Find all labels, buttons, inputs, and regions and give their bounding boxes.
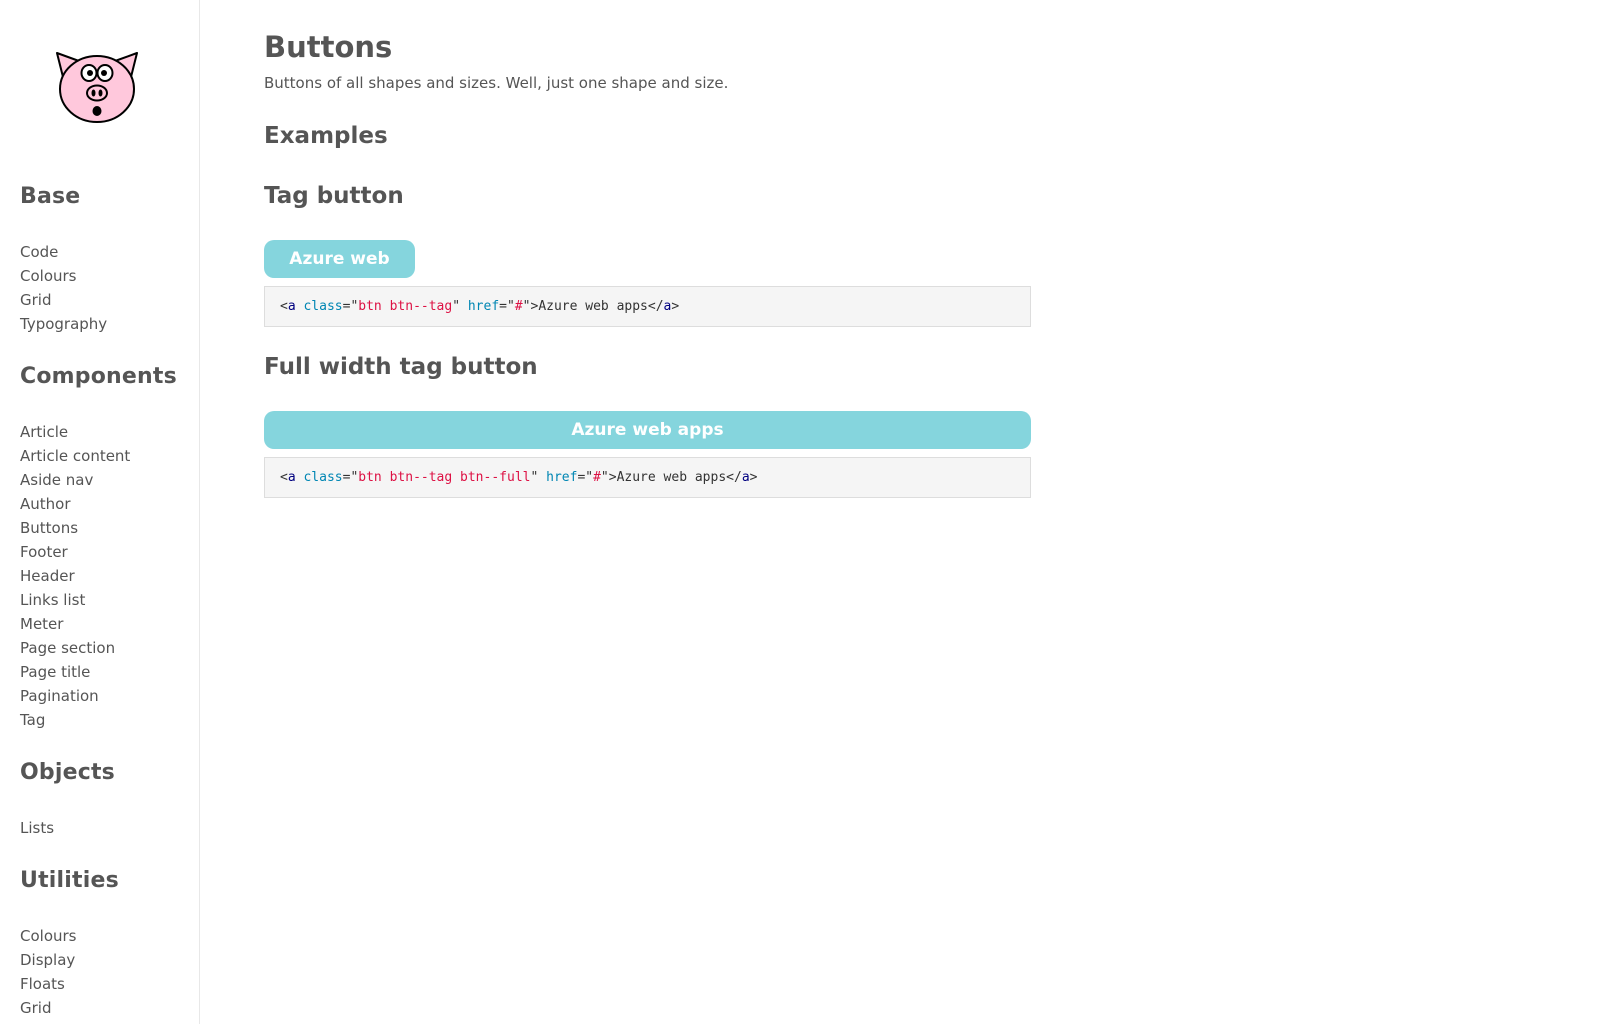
nav-item-floats[interactable]: Floats — [20, 972, 76, 996]
nav-heading-components: Components — [20, 364, 177, 389]
nav-item-header[interactable]: Header — [20, 564, 130, 588]
page-lead: Buttons of all shapes and sizes. Well, j… — [264, 74, 729, 92]
full-width-tag-button[interactable]: Azure web apps — [264, 411, 1031, 449]
tag-button[interactable]: Azure web apps — [264, 240, 415, 307]
sidebar: Base Code Colours Grid Typography Compon… — [0, 0, 200, 1024]
nav-item-grid[interactable]: Grid — [20, 288, 107, 312]
nav-item-lists[interactable]: Lists — [20, 816, 54, 840]
nav-item-colours[interactable]: Colours — [20, 264, 107, 288]
nav-item-article[interactable]: Article — [20, 420, 130, 444]
nav-item-display[interactable]: Display — [20, 948, 76, 972]
nav-item-article-content[interactable]: Article content — [20, 444, 130, 468]
nav-item-typography[interactable]: Typography — [20, 312, 107, 336]
full-width-button-heading: Full width tag button — [264, 354, 538, 380]
nav-item-meter[interactable]: Meter — [20, 612, 130, 636]
nav-item-code[interactable]: Code — [20, 240, 107, 264]
nav-item-links-list[interactable]: Links list — [20, 588, 130, 612]
full-width-button-code: <a class="btn btn--tag btn--full" href="… — [264, 457, 1031, 498]
tag-button-heading: Tag button — [264, 183, 404, 209]
nav-heading-objects: Objects — [20, 760, 115, 785]
nav-list-components: Article Article content Aside nav Author… — [20, 420, 130, 732]
nav-item-author[interactable]: Author — [20, 492, 130, 516]
nav-item-footer[interactable]: Footer — [20, 540, 130, 564]
nav-item-buttons[interactable]: Buttons — [20, 516, 130, 540]
tag-button-code: <a class="btn btn--tag" href="#">Azure w… — [264, 286, 1031, 327]
nav-list-objects: Lists — [20, 816, 54, 840]
nav-item-aside-nav[interactable]: Aside nav — [20, 468, 130, 492]
nav-list-utilities: Colours Display Floats Grid — [20, 924, 76, 1020]
nav-list-base: Code Colours Grid Typography — [20, 240, 107, 336]
nav-item-utility-colours[interactable]: Colours — [20, 924, 76, 948]
nav-item-page-section[interactable]: Page section — [20, 636, 130, 660]
page-title: Buttons — [264, 30, 393, 64]
examples-heading: Examples — [264, 123, 388, 149]
nav-item-tag[interactable]: Tag — [20, 708, 130, 732]
nav-item-utility-grid[interactable]: Grid — [20, 996, 76, 1020]
pig-logo-icon[interactable] — [53, 49, 141, 125]
nav-heading-base: Base — [20, 184, 81, 209]
nav-heading-utilities: Utilities — [20, 868, 119, 893]
nav-item-pagination[interactable]: Pagination — [20, 684, 130, 708]
nav-item-page-title[interactable]: Page title — [20, 660, 130, 684]
